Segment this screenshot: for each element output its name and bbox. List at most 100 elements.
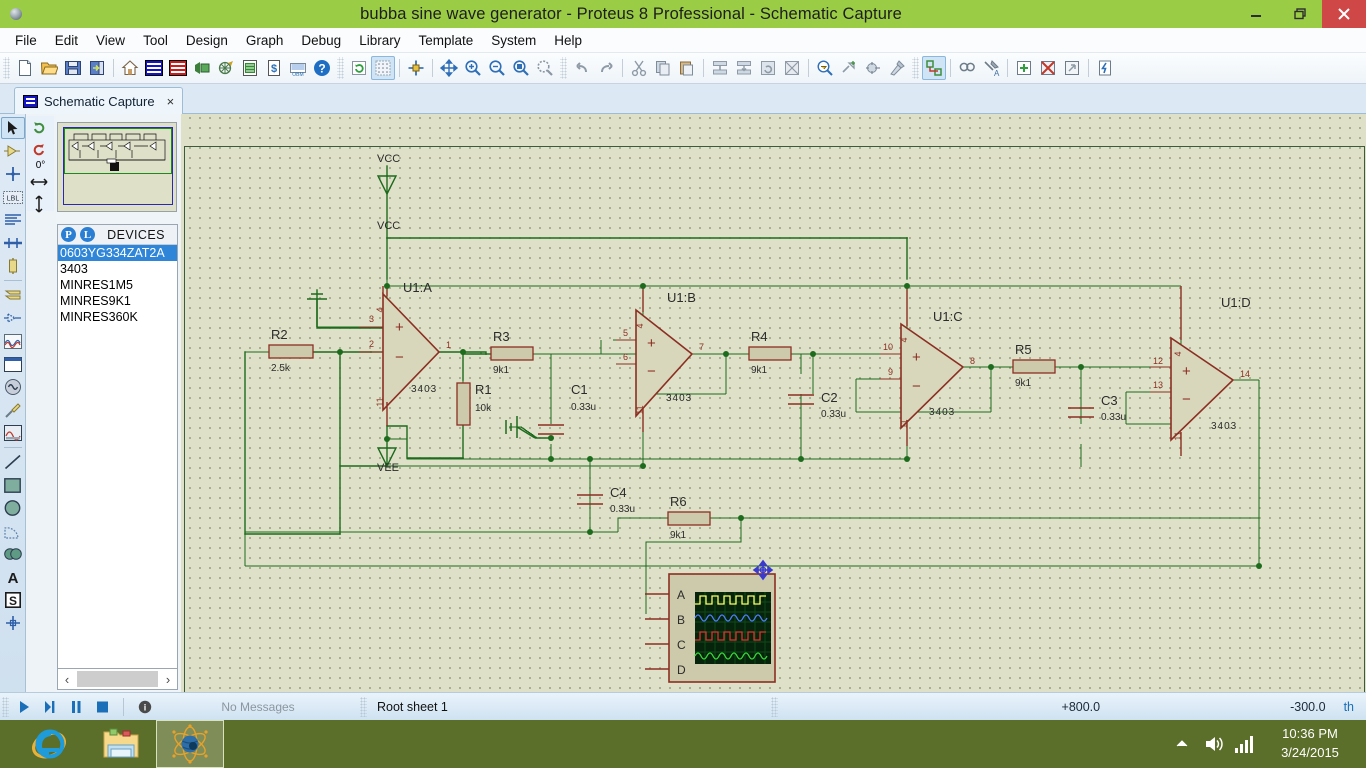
box-tool[interactable] <box>1 474 25 496</box>
exit-sheet-icon[interactable] <box>1060 56 1084 80</box>
search-and-tag-icon[interactable] <box>955 56 979 80</box>
selection-mode-tool[interactable] <box>0 117 25 139</box>
file-explorer-icon[interactable] <box>86 720 156 768</box>
bus-tool[interactable] <box>1 232 25 254</box>
rotate-anticlockwise-icon[interactable] <box>27 138 51 160</box>
symbol-tool[interactable]: S <box>1 589 25 611</box>
make-device-icon[interactable] <box>837 56 861 80</box>
cut-icon[interactable] <box>627 56 651 80</box>
menu-item-view[interactable]: View <box>87 30 134 51</box>
arc-tool[interactable] <box>1 520 25 542</box>
mirror-vertical-icon[interactable] <box>27 193 51 215</box>
block-move-icon[interactable] <box>732 56 756 80</box>
menu-item-system[interactable]: System <box>482 30 545 51</box>
graph-tool[interactable] <box>1 330 25 352</box>
animate-step-icon[interactable] <box>37 696 63 718</box>
minimize-button[interactable] <box>1234 0 1278 28</box>
open-design-icon[interactable] <box>37 56 61 80</box>
close-button[interactable] <box>1322 0 1366 28</box>
save-design-icon[interactable] <box>61 56 85 80</box>
text-script-tool[interactable] <box>1 209 25 231</box>
new-sheet-add-icon[interactable] <box>1012 56 1036 80</box>
tape-recorder-tool[interactable] <box>1 353 25 375</box>
toolbar-grip-2[interactable] <box>337 57 344 79</box>
message-info-icon[interactable]: i <box>132 696 158 718</box>
property-assignment-icon[interactable]: A <box>979 56 1003 80</box>
proteus-icon[interactable] <box>156 720 224 768</box>
menu-item-help[interactable]: Help <box>545 30 591 51</box>
scrollbar-thumb[interactable] <box>77 671 158 687</box>
redo-icon[interactable] <box>594 56 618 80</box>
clock-area[interactable]: 10:36 PM 3/24/2015 <box>1262 724 1358 762</box>
signal-bars-icon[interactable] <box>1234 733 1254 755</box>
ares-pcb-icon[interactable] <box>166 56 190 80</box>
refresh-icon[interactable] <box>347 56 371 80</box>
virtual-instrument-tool[interactable] <box>1 422 25 444</box>
line-tool[interactable] <box>1 451 25 473</box>
toolbar-grip-4[interactable] <box>912 57 919 79</box>
schematic-canvas[interactable]: + − 3 2 1 4 11 U1:A 3403 + − 5 6 7 4 11 … <box>181 114 1366 692</box>
isis-schematic-icon[interactable] <box>142 56 166 80</box>
device-list-item[interactable]: MINRES360K <box>58 309 177 325</box>
copy-icon[interactable] <box>651 56 675 80</box>
block-delete-icon[interactable] <box>780 56 804 80</box>
animate-stop-icon[interactable] <box>89 696 115 718</box>
new-sheet-icon[interactable] <box>13 56 37 80</box>
3d-viewer-icon[interactable] <box>190 56 214 80</box>
terminals-tool[interactable] <box>1 284 25 306</box>
menu-item-library[interactable]: Library <box>350 30 409 51</box>
device-pin-tool[interactable] <box>1 307 25 329</box>
zoom-out-icon[interactable] <box>485 56 509 80</box>
origin-icon[interactable] <box>404 56 428 80</box>
generator-tool[interactable] <box>1 376 25 398</box>
library-manager-button[interactable]: L <box>80 227 95 242</box>
component-mode-tool[interactable] <box>1 140 25 162</box>
menu-item-debug[interactable]: Debug <box>292 30 350 51</box>
tab-close-icon[interactable]: × <box>167 94 175 109</box>
maximize-restore-button[interactable] <box>1278 0 1322 28</box>
pick-device-icon[interactable] <box>813 56 837 80</box>
bill-of-materials-icon[interactable] <box>238 56 262 80</box>
schematic-preview[interactable] <box>57 122 177 212</box>
animate-pause-icon[interactable] <box>63 696 89 718</box>
netlist-icon[interactable] <box>1093 56 1117 80</box>
devices-horizontal-scrollbar[interactable]: ‹ › <box>57 668 178 690</box>
menu-item-design[interactable]: Design <box>177 30 237 51</box>
zoom-in-icon[interactable] <box>461 56 485 80</box>
text-tool[interactable]: A <box>1 566 25 588</box>
help-icon[interactable]: ? <box>310 56 334 80</box>
wire-autorouter-icon[interactable] <box>922 56 946 80</box>
device-list-item[interactable]: 3403 <box>58 261 177 277</box>
mirror-horizontal-icon[interactable] <box>27 171 51 193</box>
packaging-tool-icon[interactable] <box>861 56 885 80</box>
wire-label-tool[interactable]: LBL <box>1 186 25 208</box>
path-tool[interactable] <box>1 543 25 565</box>
marker-tool[interactable] <box>1 612 25 634</box>
pick-devices-button[interactable]: P <box>61 227 76 242</box>
internet-explorer-icon[interactable] <box>14 720 84 768</box>
report-icon[interactable]: $ <box>262 56 286 80</box>
scroll-left-icon[interactable]: ‹ <box>58 672 76 687</box>
toolbar-grip-3[interactable] <box>560 57 567 79</box>
subcircuit-tool[interactable] <box>1 255 25 277</box>
menu-item-file[interactable]: File <box>6 30 46 51</box>
voltage-probe-tool[interactable] <box>1 399 25 421</box>
import-export-icon[interactable] <box>85 56 109 80</box>
menu-item-template[interactable]: Template <box>409 30 482 51</box>
rotate-clockwise-icon[interactable] <box>27 116 51 138</box>
block-copy-icon[interactable] <box>708 56 732 80</box>
device-list-item[interactable]: MINRES9K1 <box>58 293 177 309</box>
menu-item-tool[interactable]: Tool <box>134 30 177 51</box>
chevron-up-icon[interactable] <box>1174 737 1190 751</box>
gerber-viewer-icon[interactable] <box>214 56 238 80</box>
decompose-icon[interactable] <box>885 56 909 80</box>
tab-schematic-capture[interactable]: Schematic Capture × <box>14 87 184 114</box>
zoom-all-icon[interactable] <box>509 56 533 80</box>
home-icon[interactable] <box>118 56 142 80</box>
block-rotate-icon[interactable] <box>756 56 780 80</box>
menu-item-edit[interactable]: Edit <box>46 30 87 51</box>
toolbar-grip[interactable] <box>3 57 10 79</box>
animate-play-icon[interactable] <box>11 696 37 718</box>
toggle-grid-icon[interactable] <box>371 56 395 80</box>
junction-dot-tool[interactable] <box>1 163 25 185</box>
